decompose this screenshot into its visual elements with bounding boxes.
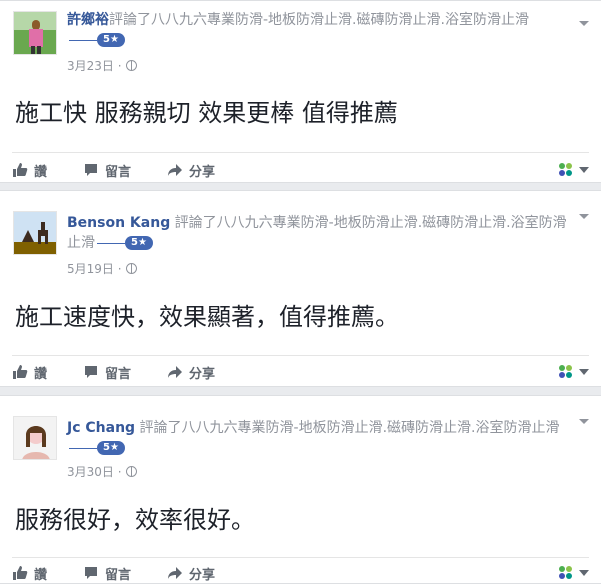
share-label: 分享	[189, 164, 216, 180]
page-link[interactable]: 八八九六專業防滑-地板防滑止滑.磁磚防滑止滑.浴室防滑止滑	[182, 420, 560, 436]
chevron-down-icon	[579, 570, 589, 576]
comment-button[interactable]: 留言	[83, 564, 131, 583]
globe-icon	[125, 466, 137, 477]
chevron-down-icon	[579, 167, 589, 173]
post-meta: 3月23日 ·	[67, 57, 137, 74]
rating-badge: 5★	[125, 236, 153, 250]
post-date[interactable]: 3月23日 ·	[67, 57, 122, 74]
comment-label: 留言	[105, 366, 132, 382]
like-label: 讚	[34, 567, 48, 583]
rating: 5★	[97, 236, 153, 250]
comment-icon	[85, 366, 98, 378]
like-icon	[13, 566, 28, 580]
share-icon	[168, 164, 183, 176]
author-name[interactable]: Benson Kang	[67, 215, 170, 231]
post-header: Benson Kang 評論了八八九六專業防滑-地板防滑止滑.磁磚防滑止滑.浴室…	[67, 213, 567, 253]
share-label: 分享	[189, 567, 216, 583]
profile-mini-icon	[559, 365, 573, 379]
like-label: 讚	[34, 366, 48, 382]
comment-button[interactable]: 留言	[83, 363, 131, 382]
comment-label: 留言	[105, 567, 132, 583]
like-button[interactable]: 讚	[12, 363, 47, 382]
reaction-selector[interactable]	[559, 163, 589, 177]
share-icon	[168, 567, 183, 579]
rating: 5★	[69, 33, 125, 47]
rating-badge: 5★	[97, 441, 125, 455]
share-label: 分享	[189, 366, 216, 382]
page-link[interactable]: 八八九六專業防滑-地板防滑止滑.磁磚防滑止滑.浴室防滑止滑	[151, 12, 529, 28]
action-bar: 讚 留言 分享	[12, 156, 589, 184]
divider	[12, 152, 589, 153]
comment-icon	[85, 567, 98, 579]
post-header: 許鄉裕評論了八八九六專業防滑-地板防滑止滑.磁磚防滑止滑.浴室防滑止滑 5★	[67, 10, 567, 50]
review-post: Jc Chang 評論了八八九六專業防滑-地板防滑止滑.磁磚防滑止滑.浴室防滑止…	[0, 395, 601, 584]
globe-icon	[125, 60, 137, 71]
post-date[interactable]: 5月19日 ·	[67, 260, 122, 277]
profile-mini-icon	[559, 566, 573, 580]
comment-icon	[85, 164, 98, 176]
review-text: 施工快 服務親切 效果更棒 值得推薦	[15, 99, 398, 127]
verb-text: 評論了	[139, 420, 182, 436]
post-header: Jc Chang 評論了八八九六專業防滑-地板防滑止滑.磁磚防滑止滑.浴室防滑止…	[67, 418, 567, 458]
avatar[interactable]	[13, 11, 57, 55]
post-date[interactable]: 3月30日 ·	[67, 463, 122, 480]
post-options-chevron-icon[interactable]	[579, 214, 589, 219]
share-button[interactable]: 分享	[167, 161, 215, 180]
review-text: 施工速度快，效果顯著，值得推薦。	[15, 303, 399, 331]
profile-mini-icon	[559, 163, 573, 177]
post-meta: 3月30日 ·	[67, 463, 137, 480]
verb-text: 評論了	[109, 12, 151, 28]
share-icon	[168, 366, 183, 378]
like-label: 讚	[34, 164, 48, 180]
like-button[interactable]: 讚	[12, 564, 47, 583]
reaction-selector[interactable]	[559, 365, 589, 379]
comment-button[interactable]: 留言	[83, 161, 131, 180]
like-button[interactable]: 讚	[12, 161, 47, 180]
share-button[interactable]: 分享	[167, 363, 215, 382]
rating: 5★	[69, 441, 125, 455]
reaction-selector[interactable]	[559, 566, 589, 580]
action-bar: 讚 留言 分享	[12, 358, 589, 386]
rating-badge: 5★	[97, 33, 125, 47]
like-icon	[13, 163, 28, 177]
share-button[interactable]: 分享	[167, 564, 215, 583]
review-text: 服務很好，效率很好。	[15, 506, 255, 534]
avatar[interactable]	[13, 211, 57, 255]
author-name[interactable]: 許鄉裕	[67, 12, 109, 28]
avatar[interactable]	[13, 416, 57, 460]
globe-icon	[125, 263, 137, 274]
review-post: 許鄉裕評論了八八九六專業防滑-地板防滑止滑.磁磚防滑止滑.浴室防滑止滑 5★ 3月…	[0, 0, 601, 183]
author-name[interactable]: Jc Chang	[67, 420, 135, 436]
post-options-chevron-icon[interactable]	[579, 419, 589, 424]
comment-label: 留言	[105, 164, 132, 180]
like-icon	[13, 365, 28, 379]
divider	[12, 557, 589, 558]
chevron-down-icon	[579, 369, 589, 375]
post-meta: 5月19日 ·	[67, 260, 137, 277]
divider	[12, 355, 589, 356]
review-post: Benson Kang 評論了八八九六專業防滑-地板防滑止滑.磁磚防滑止滑.浴室…	[0, 190, 601, 387]
action-bar: 讚 留言 分享	[12, 559, 589, 584]
post-options-chevron-icon[interactable]	[579, 21, 589, 26]
verb-text: 評論了	[174, 215, 217, 231]
